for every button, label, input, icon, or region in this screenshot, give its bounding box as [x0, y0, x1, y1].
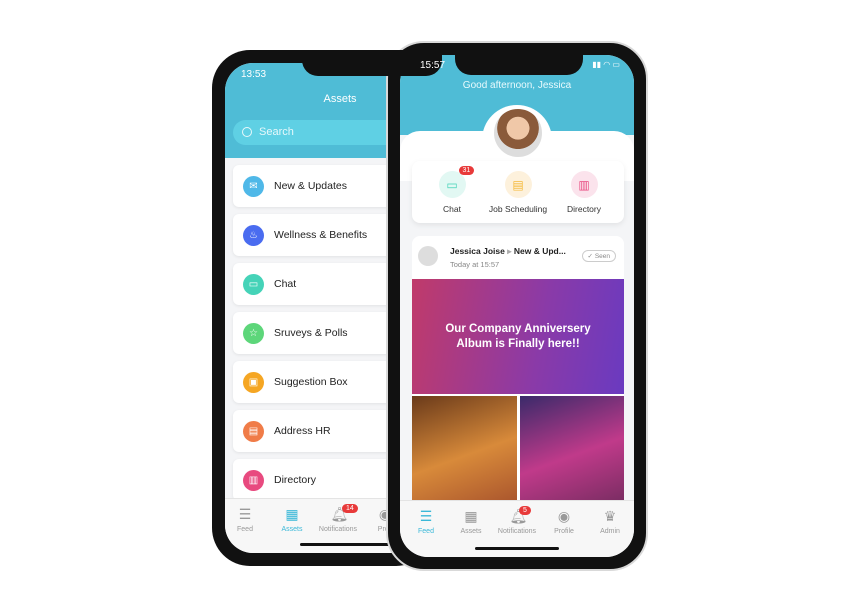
crown-icon: ♛	[603, 508, 617, 524]
chat-badge: 31	[458, 166, 475, 175]
grid-icon: ▦	[285, 506, 299, 522]
item-label: Chat	[274, 278, 297, 290]
tab-label: Notifications	[497, 528, 537, 535]
post-channel[interactable]: New & Upd...	[514, 246, 566, 256]
tab-label: Profile	[554, 528, 574, 535]
status-icons: ▮▮ ◠ ▭	[592, 60, 620, 69]
item-label: Wellness & Benefits	[274, 229, 368, 241]
item-label: Suggestion Box	[274, 376, 348, 388]
tab-label: Notifications	[318, 526, 358, 533]
profile-icon: ◉	[557, 508, 571, 524]
seen-label: Seen	[594, 253, 610, 260]
post-author-line: Jessica Joise ▸ New & Upd...	[450, 246, 566, 257]
item-label: Directory	[274, 474, 317, 486]
search-placeholder: Search	[259, 126, 294, 138]
envelope-icon: ✉	[243, 175, 264, 197]
greeting: Good afternoon, Jessica	[462, 80, 572, 91]
chat-icon: ▭	[243, 273, 264, 295]
notch	[455, 43, 583, 75]
arrow-right-icon: ▸	[507, 246, 512, 256]
tab-label: Assets	[281, 526, 303, 533]
avatar[interactable]	[492, 107, 544, 159]
photo-party[interactable]	[519, 396, 624, 516]
search-icon	[242, 127, 252, 137]
directory-icon: ▥	[570, 171, 598, 198]
chat-icon: ▭ 31	[438, 166, 475, 198]
feed-icon: ☰	[238, 506, 252, 522]
calendar-icon: ▤	[504, 171, 532, 198]
post-author: Jessica Joise	[450, 246, 505, 256]
quick-action-label: Job Scheduling	[488, 204, 548, 214]
notification-badge: 5	[519, 506, 531, 515]
quick-action-directory[interactable]: ▥ Directory	[544, 171, 624, 214]
tab-label: Feed	[418, 528, 434, 535]
wellness-icon: ♨	[243, 224, 264, 246]
quick-actions: ▭ 31 Chat ▤ Job Scheduling ▥ Directory	[412, 161, 624, 223]
status-time: 13:53	[241, 69, 267, 80]
directory-icon: ▥	[243, 469, 264, 491]
tab-admin[interactable]: ♛ Admin	[580, 508, 634, 536]
feed-icon: ☰	[419, 508, 433, 524]
front-phone: 15:57 ▮▮ ◠ ▭ Good afternoon, Jessica ▭ 31…	[386, 41, 648, 571]
grid-icon: ▦	[464, 508, 478, 524]
feed-screen: 15:57 ▮▮ ◠ ▭ Good afternoon, Jessica ▭ 31…	[400, 55, 634, 557]
item-label: Address HR	[274, 425, 331, 437]
author-avatar	[418, 246, 438, 266]
post-time: Today at 15:57	[450, 260, 500, 269]
home-indicator	[300, 543, 390, 546]
document-icon: ▤	[243, 420, 264, 442]
item-label: Sruveys & Polls	[274, 327, 348, 339]
status-time: 15:57	[420, 60, 446, 71]
post-header: Jessica Joise ▸ New & Upd... Today at 15…	[412, 236, 624, 279]
suggestion-box-icon: ▣	[243, 371, 264, 393]
photo-restaurant[interactable]	[412, 396, 517, 516]
home-indicator	[475, 547, 559, 550]
item-label: New & Updates	[274, 180, 347, 192]
tab-label: Assets	[460, 528, 482, 535]
post-banner: Our Company Anniversery Album is Finally…	[412, 279, 624, 394]
seen-badge: ✓ Seen	[581, 250, 616, 262]
post-photos	[412, 396, 624, 516]
star-icon: ☆	[243, 322, 264, 344]
feed-post[interactable]: Jessica Joise ▸ New & Upd... Today at 15…	[412, 236, 624, 516]
quick-action-label: Chat	[443, 204, 461, 214]
tab-label: Feed	[237, 526, 253, 533]
tab-label: Admin	[600, 528, 620, 535]
quick-action-label: Directory	[566, 204, 601, 214]
